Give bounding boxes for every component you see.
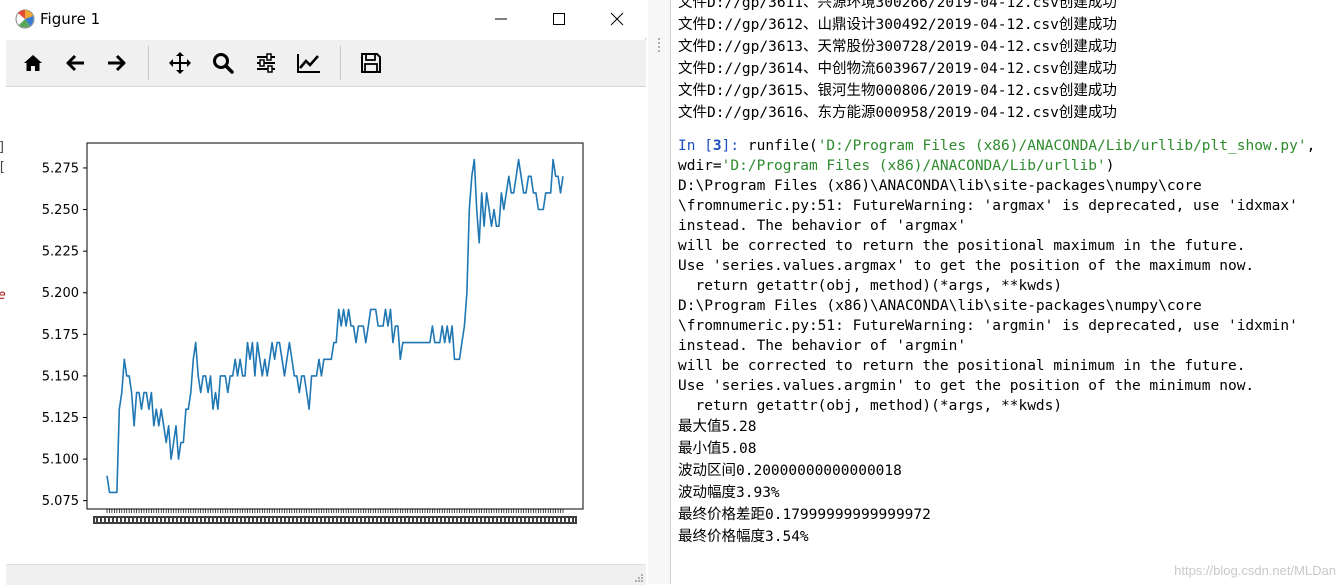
figure-window: Figure 1 5.075 5.100 5.125 5.150 5.175 5… xyxy=(6,0,646,585)
minimize-icon xyxy=(495,18,507,20)
resize-grip-icon[interactable] xyxy=(634,573,644,583)
console-output-line: Use 'series.values.argmax' to get the po… xyxy=(678,258,1255,274)
forward-arrow-icon xyxy=(108,54,126,72)
y-tick-label: 5.125 xyxy=(42,411,79,426)
left-edge-glyph: [ xyxy=(0,160,6,175)
zoom-magnifier-icon xyxy=(213,53,234,74)
ipython-console[interactable]: 文件D://gp/3611、兴源环境300266/2019-04-12.csv创… xyxy=(670,0,1344,584)
console-prompt-number: 3 xyxy=(712,138,722,154)
subplots-sliders-icon xyxy=(257,53,275,73)
y-tick-label: 5.250 xyxy=(42,203,79,218)
line-chart: 5.075 5.100 5.125 5.150 5.175 5.200 5.225 5.250… xyxy=(42,142,584,524)
console-output: 文件D://gp/3611、兴源环境300266/2019-04-12.csv创… xyxy=(678,0,1315,548)
console-output-line: \fromnumeric.py:51: FutureWarning: 'argm… xyxy=(678,318,1298,334)
toolbar-separator xyxy=(340,46,341,80)
maximize-icon xyxy=(553,13,565,25)
console-output-line: 文件D://gp/3611、兴源环境300266/2019-04-12.csv创… xyxy=(678,0,1117,11)
status-bar xyxy=(6,564,646,585)
console-output-line: 文件D://gp/3612、山鼎设计300492/2019-04-12.csv创… xyxy=(678,17,1117,33)
console-output-line: instead. The behavior of 'argmax' xyxy=(678,218,967,234)
pane-splitter[interactable] xyxy=(648,0,670,584)
console-output-line: return getattr(obj, method)(*args, **kwd… xyxy=(678,278,1063,294)
y-tick-label: 5.275 xyxy=(42,161,79,176)
edit-axes-button[interactable] xyxy=(292,46,326,80)
console-output-line: 最终价格差距0.17999999999999972 xyxy=(678,507,931,523)
zoom-button[interactable] xyxy=(206,46,240,80)
console-output-line: 文件D://gp/3614、中创物流603967/2019-04-12.csv创… xyxy=(678,61,1117,77)
console-output-line: will be corrected to return the position… xyxy=(678,358,1246,374)
matplotlib-app-icon xyxy=(15,9,35,29)
console-output-line: D:\Program Files (x86)\ANACONDA\lib\site… xyxy=(678,178,1202,194)
y-tick-label: 5.225 xyxy=(42,245,79,260)
x-tick-labels-texture xyxy=(95,518,575,522)
console-output-line: 波动区间0.20000000000000018 xyxy=(678,463,902,479)
home-button[interactable] xyxy=(16,46,50,80)
plot-axes-frame xyxy=(86,142,584,510)
console-code: , xyxy=(1306,138,1316,154)
maximize-button[interactable] xyxy=(530,0,588,38)
back-button[interactable] xyxy=(58,46,92,80)
console-code: wdir= xyxy=(678,158,722,174)
console-prompt: ]: xyxy=(721,138,748,154)
console-output-line: 最终价格幅度3.54% xyxy=(678,529,809,545)
pan-move-icon xyxy=(169,52,191,74)
watermark: https://blog.csdn.net/MLDan xyxy=(1174,563,1336,578)
console-string-arg: 'D:/Program Files (x86)/ANACONDA/Lib/url… xyxy=(721,158,1106,174)
navigation-toolbar xyxy=(6,40,646,87)
console-output-line: Use 'series.values.argmin' to get the po… xyxy=(678,378,1255,394)
console-output-line: D:\Program Files (x86)\ANACONDA\lib\site… xyxy=(678,298,1202,314)
pan-button[interactable] xyxy=(163,46,197,80)
save-figure-button[interactable] xyxy=(354,46,388,80)
console-code: ) xyxy=(1105,158,1115,174)
figure-canvas[interactable]: 5.075 5.100 5.125 5.150 5.175 5.200 5.225 5.250… xyxy=(6,87,646,564)
console-input-line: In [3]: runfile('D:/Program Files (x86)/… xyxy=(678,136,1315,156)
console-output-line: 最小值5.08 xyxy=(678,441,757,457)
console-output-line: 波动幅度3.93% xyxy=(678,485,780,501)
console-output-line: \fromnumeric.py:51: FutureWarning: 'argm… xyxy=(678,198,1298,214)
configure-subplots-button[interactable] xyxy=(249,46,283,80)
minimize-button[interactable] xyxy=(472,0,530,38)
console-code: runfile( xyxy=(747,138,818,154)
console-output-line: will be corrected to return the position… xyxy=(678,238,1246,254)
left-edge-glyph: ] xyxy=(0,140,6,155)
console-prompt: In [ xyxy=(678,138,713,154)
console-string-arg: 'D:/Program Files (x86)/ANACONDA/Lib/url… xyxy=(817,138,1307,154)
console-output-line: 文件D://gp/3613、天常股份300728/2019-04-12.csv创… xyxy=(678,39,1117,55)
console-blank-line xyxy=(678,124,1315,136)
forward-button[interactable] xyxy=(100,46,134,80)
left-edge-glyph: e xyxy=(0,288,6,303)
y-tick-label: 5.150 xyxy=(42,369,79,384)
console-output-line: instead. The behavior of 'argmin' xyxy=(678,338,967,354)
y-tick-label: 5.175 xyxy=(42,328,79,343)
close-icon xyxy=(610,12,624,26)
console-output-line: 最大值5.28 xyxy=(678,419,757,435)
console-output-line: 文件D://gp/3616、东方能源000958/2019-04-12.csv创… xyxy=(678,105,1117,121)
y-tick-label: 5.200 xyxy=(42,286,79,301)
splitter-handle-icon xyxy=(658,38,660,54)
toolbar-separator xyxy=(148,46,149,80)
home-icon xyxy=(24,55,42,71)
y-tick-label: 5.100 xyxy=(42,453,79,468)
close-button[interactable] xyxy=(588,0,646,38)
window-title: Figure 1 xyxy=(40,10,101,28)
window-titlebar[interactable]: Figure 1 xyxy=(6,0,646,38)
y-tick-label: 5.075 xyxy=(42,494,79,509)
back-arrow-icon xyxy=(66,54,84,72)
console-input-line: wdir='D:/Program Files (x86)/ANACONDA/Li… xyxy=(678,156,1315,176)
console-output-line: 文件D://gp/3615、银河生物000806/2019-04-12.csv创… xyxy=(678,83,1117,99)
axes-edit-icon xyxy=(297,54,320,73)
save-floppy-icon xyxy=(361,53,381,73)
console-output-line: return getattr(obj, method)(*args, **kwd… xyxy=(678,398,1063,414)
